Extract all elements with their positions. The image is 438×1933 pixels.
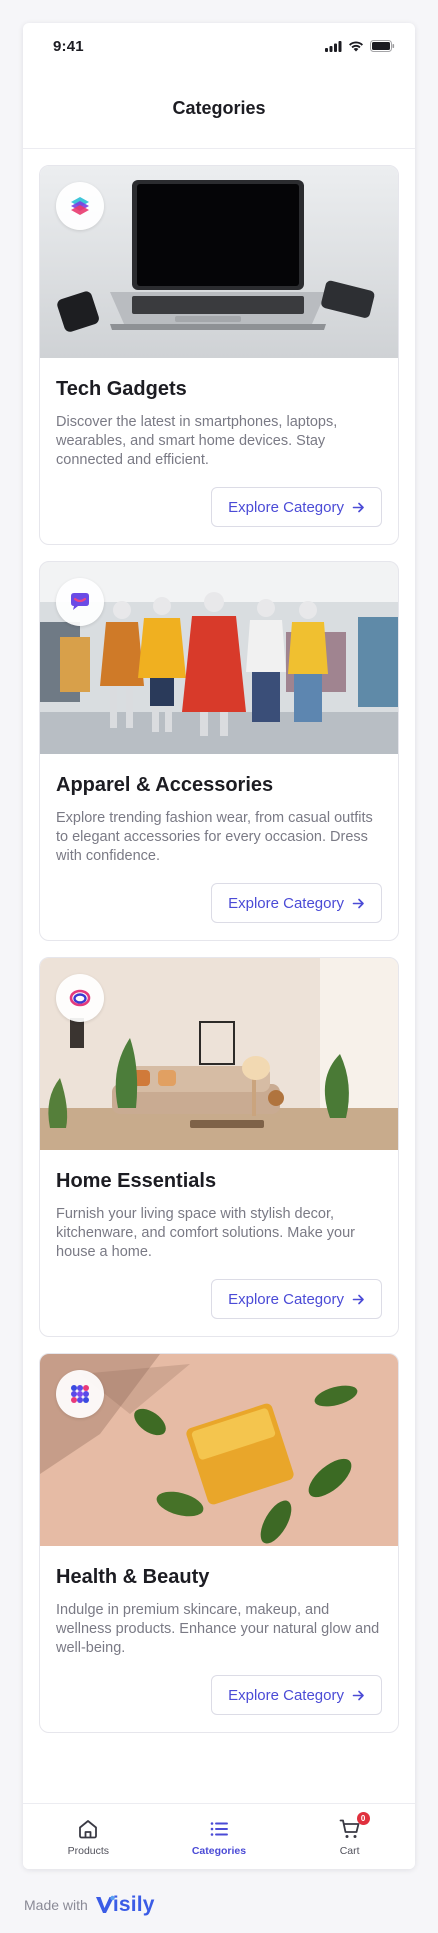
- category-title: Health & Beauty: [56, 1566, 210, 1588]
- category-image-home: [40, 958, 398, 1150]
- tab-icon-wrap: 0: [338, 1811, 370, 1841]
- category-title: Tech Gadgets: [56, 378, 187, 400]
- tab-label: Cart: [339, 1844, 360, 1857]
- category-image-health-beauty: [40, 1354, 398, 1546]
- category-list: Tech Gadgets Discover the latest in smar…: [23, 149, 415, 1733]
- list-icon: [210, 1821, 228, 1836]
- button-label: Explore Category: [228, 498, 344, 516]
- signal-icon: [325, 40, 342, 52]
- category-description: Indulge in premium skincare, makeup, and…: [56, 1602, 380, 1656]
- dots-grid-icon: [71, 1385, 89, 1403]
- explore-category-button[interactable]: Explore Category: [211, 487, 382, 527]
- category-badge: [56, 1370, 104, 1418]
- button-label: Explore Category: [228, 894, 344, 912]
- category-title: Home Essentials: [56, 1170, 217, 1192]
- arrow-right-icon: [352, 1690, 364, 1700]
- tab-products[interactable]: Products: [33, 1817, 143, 1857]
- tab-cart[interactable]: 0 Cart: [295, 1811, 405, 1857]
- phone-frame: 9:41 Categories Tech Gadgets Discover th…: [23, 23, 415, 1869]
- made-with-footer[interactable]: Made with isily: [24, 1893, 155, 1917]
- tab-categories[interactable]: Categories: [164, 1817, 274, 1857]
- wifi-icon: [349, 40, 363, 51]
- category-title: Apparel & Accessories: [56, 774, 274, 796]
- category-description: Discover the latest in smartphones, lapt…: [56, 414, 338, 468]
- ring-icon: [69, 989, 91, 1007]
- status-bar: 9:41: [23, 23, 415, 69]
- tab-bar: Products Categories 0 Cart: [23, 1803, 415, 1869]
- category-badge: [56, 578, 104, 626]
- status-time: 9:41: [53, 37, 84, 55]
- explore-category-button[interactable]: Explore Category: [211, 1675, 382, 1715]
- status-icons: [325, 40, 395, 52]
- home-icon: [79, 1819, 98, 1838]
- category-description: Explore trending fashion wear, from casu…: [56, 810, 373, 864]
- category-card-apparel[interactable]: Apparel & Accessories Explore trending f…: [39, 561, 399, 941]
- tab-icon-wrap: [76, 1817, 100, 1841]
- category-badge: [56, 974, 104, 1022]
- card-body: Apparel & Accessories Explore trending f…: [40, 754, 398, 866]
- button-label: Explore Category: [228, 1686, 344, 1704]
- category-image-apparel: [40, 562, 398, 754]
- visily-wordmark: isily: [112, 1893, 155, 1916]
- arrow-right-icon: [352, 1294, 364, 1304]
- category-description: Furnish your living space with stylish d…: [56, 1206, 355, 1260]
- button-label: Explore Category: [228, 1290, 344, 1308]
- card-body: Tech Gadgets Discover the latest in smar…: [40, 358, 398, 470]
- battery-icon: [370, 40, 395, 52]
- page-title: Categories: [172, 98, 266, 118]
- category-card-health-beauty[interactable]: Health & Beauty Indulge in premium skinc…: [39, 1353, 399, 1733]
- arrow-right-icon: [352, 502, 364, 512]
- category-card-home[interactable]: Home Essentials Furnish your living spac…: [39, 957, 399, 1337]
- tab-label: Products: [67, 1844, 110, 1857]
- chat-bubble-icon: [71, 593, 89, 610]
- tab-label: Categories: [191, 1844, 247, 1857]
- arrow-right-icon: [352, 898, 364, 908]
- category-card-tech-gadgets[interactable]: Tech Gadgets Discover the latest in smar…: [39, 165, 399, 545]
- card-body: Health & Beauty Indulge in premium skinc…: [40, 1546, 398, 1658]
- made-with-text: Made with: [24, 1897, 88, 1913]
- explore-category-button[interactable]: Explore Category: [211, 883, 382, 923]
- cart-count-badge: 0: [356, 1811, 370, 1825]
- page-header: Categories: [23, 69, 415, 149]
- tab-icon-wrap: [207, 1817, 231, 1841]
- category-badge: [56, 182, 104, 230]
- explore-category-button[interactable]: Explore Category: [211, 1279, 382, 1319]
- category-image-tech-gadgets: [40, 166, 398, 358]
- visily-logo: isily: [94, 1893, 155, 1917]
- card-body: Home Essentials Furnish your living spac…: [40, 1150, 398, 1262]
- layers-icon: [71, 197, 89, 215]
